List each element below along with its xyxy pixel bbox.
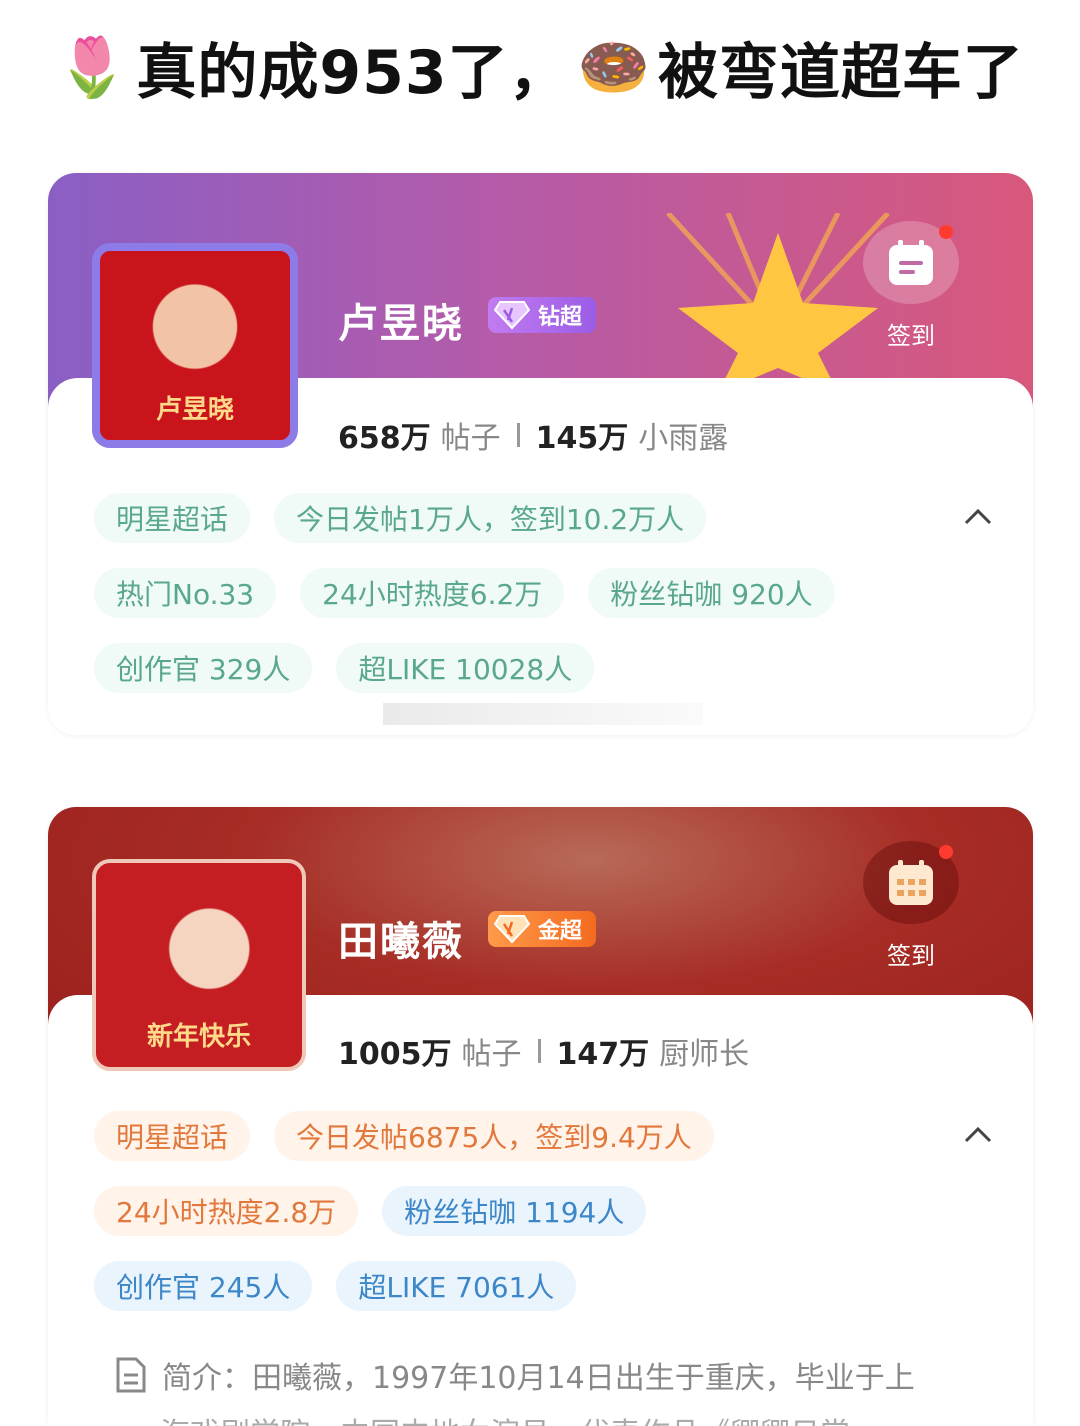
intro-text-line2: 海戏剧学院，中国内地女演员，代表作品《卿卿日常 <box>160 1409 850 1426</box>
level-badge: 金超 <box>488 911 597 947</box>
posts-label: 帖子 <box>440 421 501 456</box>
calendar-icon <box>889 859 933 905</box>
avatar[interactable]: 新年快乐 <box>92 859 306 1071</box>
level-badge-label: 金超 <box>538 919 583 944</box>
donut-emoji: 🍩 <box>577 33 650 101</box>
intro-section[interactable]: 简介：田曦薇，1997年10月14日出生于重庆，毕业于上 海戏剧学院，中国内地女… <box>114 1353 915 1426</box>
fans-label: 小雨露 <box>638 421 729 456</box>
fans-label: 厨师长 <box>659 1037 750 1072</box>
intro-text: 简介：田曦薇，1997年10月14日出生于重庆，毕业于上 <box>162 1361 915 1396</box>
document-icon <box>116 1357 146 1393</box>
level-badge-label: 钻超 <box>538 305 583 330</box>
chip-today[interactable]: 今日发帖1万人，签到10.2万人 <box>274 493 707 543</box>
chip-superlike[interactable]: 超LIKE 7061人 <box>336 1261 577 1311</box>
fans-count: 147万 <box>556 1037 650 1072</box>
chip-heat[interactable]: 24小时热度6.2万 <box>300 568 565 618</box>
divider <box>516 423 520 447</box>
level-badge: 钻超 <box>488 297 597 333</box>
chip-creators[interactable]: 创作官 245人 <box>94 1261 313 1311</box>
blurred-text <box>383 703 703 725</box>
checkin-button[interactable]: 签到 <box>863 841 959 971</box>
calendar-icon <box>889 239 933 285</box>
chip-diamond-fans[interactable]: 粉丝钻咖 920人 <box>588 568 835 618</box>
divider <box>537 1039 541 1063</box>
notification-dot <box>939 225 953 239</box>
posts-count: 658万 <box>338 421 431 456</box>
fans-count: 145万 <box>535 421 629 456</box>
gold-gem-icon <box>494 915 530 944</box>
chip-rank[interactable]: 热门No.33 <box>94 568 277 618</box>
checkin-label: 签到 <box>887 942 935 970</box>
stats-row: 1005万 帖子 147万 厨师长 <box>338 1029 749 1073</box>
posts-count: 1005万 <box>338 1037 452 1072</box>
stats-row: 658万 帖子 145万 小雨露 <box>338 413 728 457</box>
supertopic-card-2[interactable]: 新年快乐 田曦薇 金超 签到 1005万 帖子 147万 厨师长 明星超话 今日… <box>48 807 1033 1426</box>
notification-dot <box>939 845 953 859</box>
chip-today[interactable]: 今日发帖6875人，签到9.4万人 <box>274 1111 714 1161</box>
avatar[interactable]: 卢昱晓 <box>92 243 298 448</box>
checkin-label: 签到 <box>887 322 935 350</box>
tulip-emoji: 🌷 <box>56 33 129 101</box>
supertopic-card-1[interactable]: 卢昱晓 卢昱晓 钻超 签到 658万 帖子 145万 小雨露 明星超话 今日发帖… <box>48 173 1033 735</box>
star-name: 卢昱晓 <box>338 301 464 347</box>
chip-category[interactable]: 明星超话 <box>94 1111 251 1161</box>
chip-heat[interactable]: 24小时热度2.8万 <box>94 1186 359 1236</box>
chip-category[interactable]: 明星超话 <box>94 493 251 543</box>
chip-list: 明星超话 今日发帖6875人，签到9.4万人 24小时热度2.8万 粉丝钻咖 1… <box>94 1111 987 1336</box>
star-name: 田曦薇 <box>338 919 464 965</box>
headline-text-1: 真的成953了， <box>136 37 570 108</box>
chip-diamond-fans[interactable]: 粉丝钻咖 1194人 <box>382 1186 647 1236</box>
posts-label: 帖子 <box>461 1037 522 1072</box>
chip-list: 明星超话 今日发帖1万人，签到10.2万人 热门No.33 24小时热度6.2万… <box>94 493 987 718</box>
chip-superlike[interactable]: 超LIKE 10028人 <box>336 643 595 693</box>
checkin-button[interactable]: 签到 <box>863 221 959 351</box>
chip-creators[interactable]: 创作官 329人 <box>94 643 313 693</box>
post-headline: 🌷 真的成953了， 🍩 被弯道超车了 <box>0 22 1080 112</box>
headline-text-2: 被弯道超车了 <box>657 37 1024 108</box>
diamond-gem-icon <box>494 301 530 330</box>
